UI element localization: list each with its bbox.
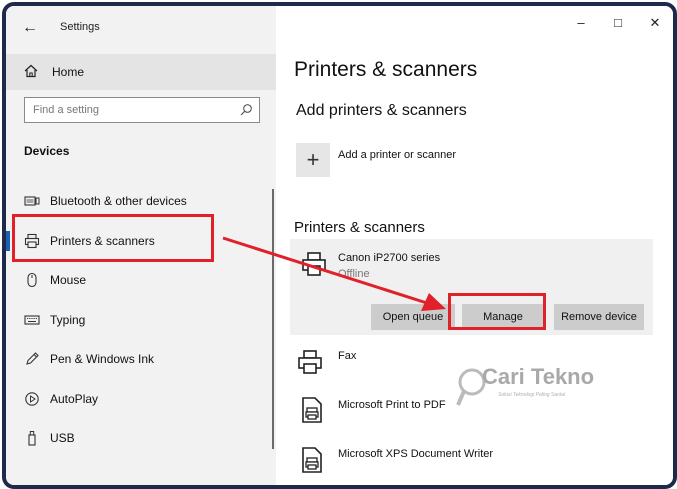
pen-icon — [26, 352, 39, 365]
printer-name: Canon iP2700 series — [338, 252, 441, 264]
keyboard-icon — [24, 315, 40, 325]
page-title: Printers & scanners — [294, 58, 478, 81]
add-printer-button[interactable]: + — [296, 143, 330, 177]
add-printer-label[interactable]: Add a printer or scanner — [338, 149, 456, 161]
sidebar-item-label: AutoPlay — [50, 392, 99, 406]
close-button[interactable]: ✕ — [645, 14, 665, 32]
highlight-box-printers-nav — [12, 214, 214, 262]
printer-list-title: Printers & scanners — [294, 219, 425, 236]
window-title: Settings — [60, 21, 100, 33]
watermark-brand: Cari Tekno — [482, 364, 595, 389]
sidebar-scrollbar[interactable] — [272, 189, 274, 449]
plus-icon: + — [306, 147, 320, 172]
printer-status: Offline — [338, 268, 370, 280]
add-section-title: Add printers & scanners — [296, 102, 467, 119]
sidebar-item-pen[interactable]: Pen & Windows Ink — [6, 341, 276, 377]
main-content: – □ ✕ Printers & scanners Add printers &… — [276, 6, 673, 485]
search-icon[interactable] — [239, 103, 253, 117]
back-arrow-icon[interactable]: ← — [20, 18, 40, 38]
minimize-button[interactable]: – — [571, 14, 591, 32]
highlight-box-manage — [448, 293, 546, 330]
search-input[interactable] — [33, 103, 223, 117]
maximize-button[interactable]: □ — [608, 14, 628, 32]
sidebar-item-home[interactable]: Home — [6, 54, 276, 90]
sidebar-item-label: Pen & Windows Ink — [50, 352, 155, 366]
sidebar-item-label: Bluetooth & other devices — [50, 194, 187, 208]
sidebar-section-title: Devices — [24, 144, 70, 158]
pdf-printer-icon — [302, 397, 322, 423]
sidebar-item-home-label: Home — [52, 65, 85, 79]
bluetooth-devices-icon — [24, 196, 40, 206]
sidebar-item-usb[interactable]: USB — [6, 420, 276, 456]
printer-name[interactable]: Fax — [338, 350, 356, 362]
fax-icon — [298, 350, 322, 374]
sidebar-item-label: Mouse — [50, 273, 87, 287]
printer-icon — [302, 252, 326, 276]
open-queue-button[interactable]: Open queue — [371, 304, 455, 330]
usb-icon — [28, 431, 36, 446]
xps-printer-icon — [302, 447, 322, 473]
mouse-icon — [27, 272, 37, 288]
printer-name[interactable]: Microsoft XPS Document Writer — [338, 448, 493, 460]
sidebar-item-label: USB — [50, 431, 75, 445]
sidebar-item-autoplay[interactable]: AutoPlay — [6, 381, 276, 417]
sidebar-item-typing[interactable]: Typing — [6, 302, 276, 338]
printer-name[interactable]: Microsoft Print to PDF — [338, 399, 446, 411]
search-box[interactable] — [24, 97, 260, 123]
home-icon — [24, 64, 38, 78]
watermark-tagline: Solusi Teknologi Paling Santai — [498, 392, 566, 398]
sidebar-item-label: Typing — [50, 313, 86, 327]
selection-indicator — [6, 231, 10, 251]
sidebar-item-mouse[interactable]: Mouse — [6, 262, 276, 298]
remove-device-button[interactable]: Remove device — [554, 304, 644, 330]
autoplay-icon — [25, 392, 39, 406]
